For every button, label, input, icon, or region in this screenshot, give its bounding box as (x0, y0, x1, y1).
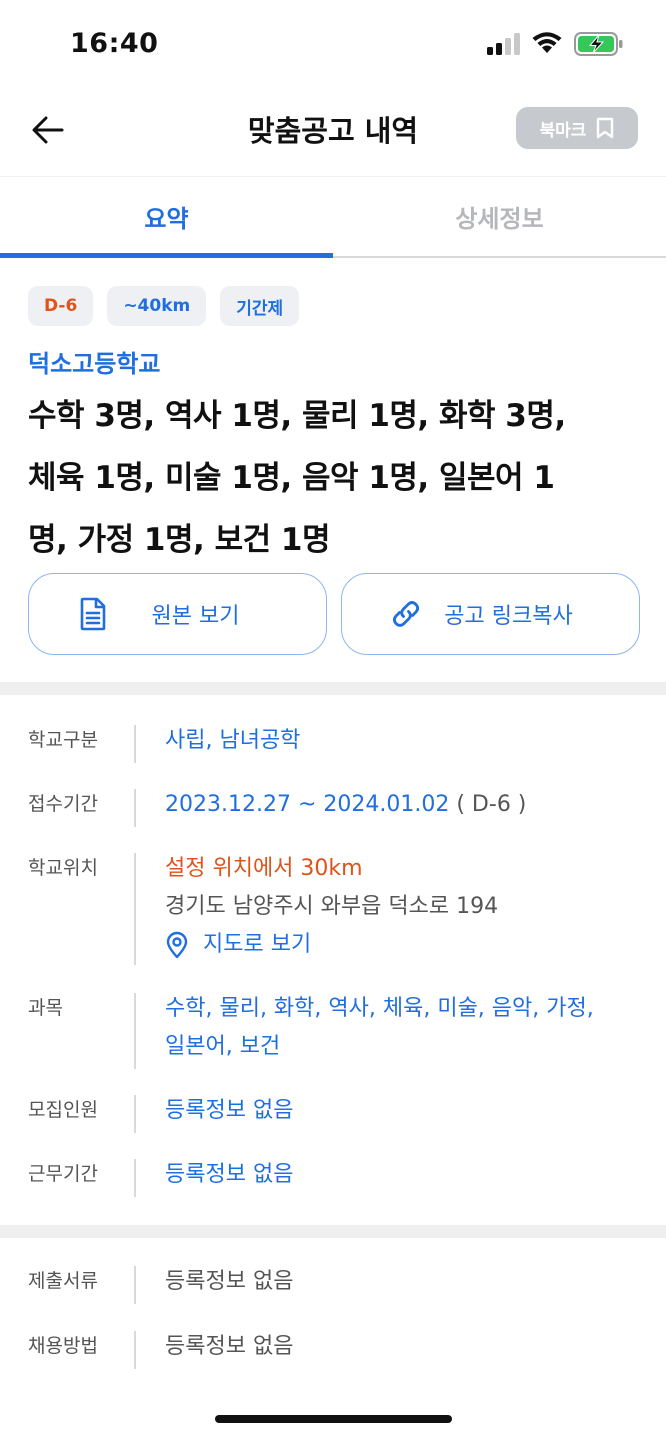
status-bar: 16:40 (0, 0, 666, 90)
info-label: 학교위치 (28, 857, 98, 879)
tab-summary[interactable]: 요약 (0, 177, 333, 258)
section-divider (0, 1225, 666, 1238)
contract-type-badge: 기간제 (220, 286, 300, 326)
distance-badge: ~40km (107, 286, 207, 326)
info-label: 채용방법 (28, 1335, 98, 1357)
info-separator (134, 1095, 136, 1133)
view-original-button[interactable]: 원본 보기 (28, 573, 327, 655)
badge-list: D-6 ~40km 기간제 (28, 286, 638, 326)
info-value: 등록정보 없음 (165, 1098, 294, 1123)
bookmark-label: 북마크 (539, 120, 587, 141)
link-icon (392, 601, 420, 627)
subjects-headline: 수학 3명, 역사 1명, 물리 1명, 화학 3명, 체육 1명, 미술 1명… (28, 385, 638, 571)
info-label: 학교구분 (28, 729, 98, 751)
info-separator (134, 1331, 136, 1369)
subjects-line: 일본어, 보건 (165, 1034, 281, 1059)
cellular-signal-icon (487, 33, 520, 55)
battery-charging-icon (574, 32, 623, 56)
tab-bar: 요약 상세정보 (0, 176, 666, 258)
info-label: 제출서류 (28, 1270, 98, 1292)
view-map-label: 지도로 보기 (203, 932, 312, 957)
info-label: 모집인원 (28, 1099, 98, 1121)
info-separator (134, 853, 136, 965)
section-divider (0, 682, 666, 695)
info-label: 접수기간 (28, 793, 98, 815)
info-value: 사립, 남녀공학 (165, 728, 301, 753)
bookmark-icon (597, 117, 614, 139)
status-time: 16:40 (70, 28, 159, 59)
tab-details[interactable]: 상세정보 (333, 177, 666, 256)
home-indicator[interactable] (215, 1415, 452, 1423)
info-value: 2023.12.27 ~ 2024.01.02 ( D-6 ) (165, 786, 526, 824)
subjects-headline-line: 수학 3명, 역사 1명, 물리 1명, 화학 3명, (28, 398, 566, 434)
view-map-link[interactable]: 지도로 보기 (165, 926, 498, 964)
subjects-headline-line: 명, 가정 1명, 보건 1명 (28, 522, 331, 558)
info-separator (134, 993, 136, 1069)
info-separator (134, 789, 136, 827)
info-separator (134, 725, 136, 763)
wifi-icon (532, 32, 562, 53)
period-dates: 2023.12.27 ~ 2024.01.02 (165, 792, 450, 817)
info-separator (134, 1266, 136, 1304)
location-pin-icon (166, 931, 188, 959)
location-distance: 설정 위치에서 30km (165, 856, 363, 881)
period-dday: ( D-6 ) (456, 792, 527, 817)
document-icon (80, 597, 106, 631)
info-label: 과목 (28, 997, 63, 1019)
action-row: 원본 보기 공고 링크복사 (28, 573, 640, 655)
info-value: 등록정보 없음 (165, 1334, 294, 1359)
info-separator (134, 1159, 136, 1197)
copy-link-button[interactable]: 공고 링크복사 (341, 573, 640, 655)
app-header: 맞춤공고 내역 북마크 (0, 90, 666, 176)
info-section: 제출서류 등록정보 없음 채용방법 등록정보 없음 (0, 1238, 666, 1388)
info-section: 학교구분 사립, 남녀공학 접수기간 2023.12.27 ~ 2024.01.… (0, 695, 666, 1225)
subjects-headline-line: 체육 1명, 미술 1명, 음악 1명, 일본어 1 (28, 460, 555, 496)
info-value: 등록정보 없음 (165, 1269, 294, 1294)
summary-section: D-6 ~40km 기간제 덕소고등학교 수학 3명, 역사 1명, 물리 1명… (0, 258, 666, 682)
info-label: 근무기간 (28, 1163, 98, 1185)
view-original-label: 원본 보기 (151, 604, 240, 629)
info-value: 설정 위치에서 30km 경기도 남양주시 와부읍 덕소로 194 지도로 보기 (165, 850, 498, 964)
school-name: 덕소고등학교 (28, 350, 161, 378)
info-value: 등록정보 없음 (165, 1162, 294, 1187)
info-value: 수학, 물리, 화학, 역사, 체육, 미술, 음악, 가정, 일본어, 보건 (165, 990, 594, 1066)
subjects-line: 수학, 물리, 화학, 역사, 체육, 미술, 음악, 가정, (165, 996, 594, 1021)
bookmark-button[interactable]: 북마크 (516, 107, 638, 149)
deadline-badge: D-6 (28, 286, 94, 326)
copy-link-label: 공고 링크복사 (444, 604, 573, 629)
location-address: 경기도 남양주시 와부읍 덕소로 194 (165, 894, 499, 919)
